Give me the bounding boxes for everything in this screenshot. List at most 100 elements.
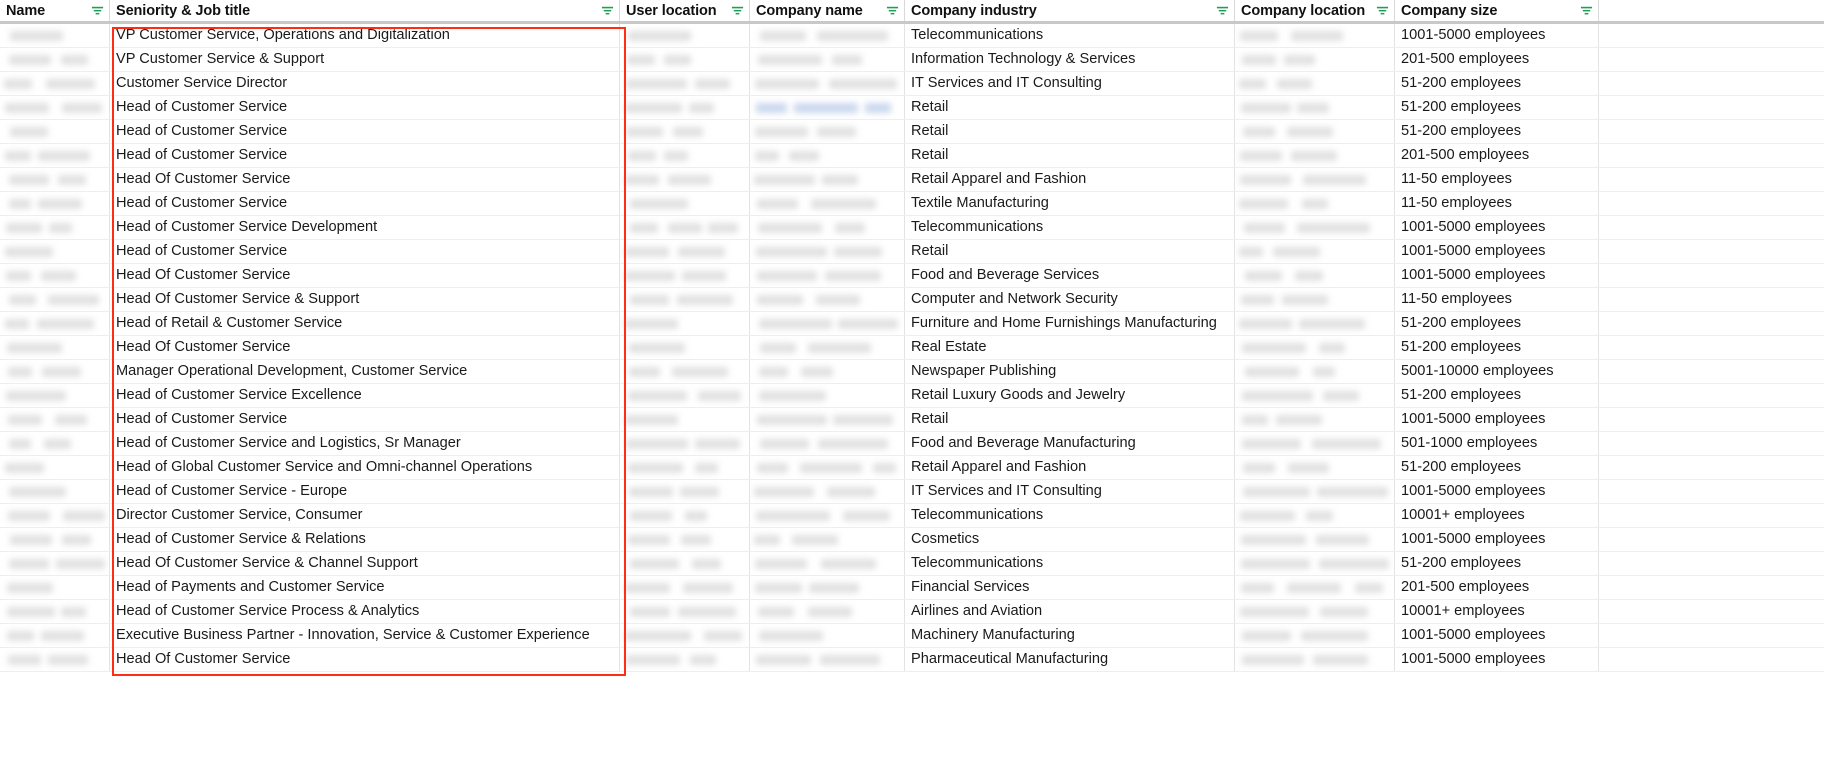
column-header-user_location[interactable]: User location: [620, 0, 750, 21]
cell-company_location[interactable]: [1235, 288, 1395, 311]
filter-funnel-icon[interactable]: [91, 4, 104, 17]
cell-job_title[interactable]: Head Of Customer Service & Channel Suppo…: [110, 552, 620, 575]
table-row[interactable]: Customer Service Director IT Services and…: [0, 72, 1824, 96]
cell-company_name[interactable]: [750, 576, 905, 599]
cell-company_location[interactable]: [1235, 336, 1395, 359]
cell-job_title[interactable]: Head Of Customer Service: [110, 648, 620, 671]
cell-company_location[interactable]: [1235, 360, 1395, 383]
cell-name[interactable]: [0, 624, 110, 647]
cell-company_size[interactable]: 1001-5000 employees: [1395, 528, 1599, 551]
cell-user_location[interactable]: [620, 96, 750, 119]
table-row[interactable]: Head Of Customer Service Food and Beverag…: [0, 264, 1824, 288]
column-filter-button-company_name[interactable]: [880, 4, 899, 17]
cell-company_name[interactable]: [750, 624, 905, 647]
cell-company_industry[interactable]: Retail: [905, 408, 1235, 431]
cell-company_location[interactable]: [1235, 264, 1395, 287]
table-row[interactable]: Head of Customer Service Retail 51-200 emp…: [0, 96, 1824, 120]
cell-name[interactable]: [0, 360, 110, 383]
cell-company_location[interactable]: [1235, 624, 1395, 647]
cell-user_location[interactable]: [620, 48, 750, 71]
cell-name[interactable]: [0, 576, 110, 599]
column-header-job_title[interactable]: Seniority & Job title: [110, 0, 620, 21]
cell-job_title[interactable]: Head Of Customer Service: [110, 336, 620, 359]
cell-job_title[interactable]: Executive Business Partner - Innovation,…: [110, 624, 620, 647]
column-header-company_name[interactable]: Company name: [750, 0, 905, 21]
cell-name[interactable]: [0, 192, 110, 215]
cell-company_location[interactable]: [1235, 504, 1395, 527]
cell-user_location[interactable]: [620, 528, 750, 551]
cell-company_industry[interactable]: Retail Luxury Goods and Jewelry: [905, 384, 1235, 407]
cell-company_name[interactable]: [750, 528, 905, 551]
cell-name[interactable]: [0, 96, 110, 119]
cell-company_industry[interactable]: Food and Beverage Services: [905, 264, 1235, 287]
cell-job_title[interactable]: Head Of Customer Service & Support: [110, 288, 620, 311]
cell-user_location[interactable]: [620, 456, 750, 479]
cell-user_location[interactable]: [620, 624, 750, 647]
cell-company_name[interactable]: [750, 360, 905, 383]
cell-company_location[interactable]: [1235, 552, 1395, 575]
cell-company_name[interactable]: [750, 96, 905, 119]
cell-company_industry[interactable]: Telecommunications: [905, 24, 1235, 47]
filter-funnel-icon[interactable]: [1376, 4, 1389, 17]
cell-user_location[interactable]: [620, 120, 750, 143]
cell-company_name[interactable]: [750, 600, 905, 623]
cell-company_name[interactable]: [750, 216, 905, 239]
cell-job_title[interactable]: Head of Customer Service Process & Analy…: [110, 600, 620, 623]
cell-name[interactable]: [0, 216, 110, 239]
cell-company_size[interactable]: 11-50 employees: [1395, 192, 1599, 215]
cell-company_industry[interactable]: Financial Services: [905, 576, 1235, 599]
cell-name[interactable]: [0, 336, 110, 359]
table-row[interactable]: Head of Customer Service Textile Manufact…: [0, 192, 1824, 216]
cell-company_size[interactable]: 1001-5000 employees: [1395, 240, 1599, 263]
column-header-company_size[interactable]: Company size: [1395, 0, 1599, 21]
cell-job_title[interactable]: Head of Retail & Customer Service: [110, 312, 620, 335]
column-filter-button-user_location[interactable]: [725, 4, 744, 17]
table-row[interactable]: Director Customer Service, Consumer Telec…: [0, 504, 1824, 528]
table-row[interactable]: Head Of Customer Service Real Estate 51-20…: [0, 336, 1824, 360]
cell-company_industry[interactable]: Machinery Manufacturing: [905, 624, 1235, 647]
column-header-company_location[interactable]: Company location: [1235, 0, 1395, 21]
cell-company_name[interactable]: [750, 312, 905, 335]
cell-name[interactable]: [0, 48, 110, 71]
filter-funnel-icon[interactable]: [1216, 4, 1229, 17]
cell-company_industry[interactable]: Pharmaceutical Manufacturing: [905, 648, 1235, 671]
cell-company_location[interactable]: [1235, 240, 1395, 263]
table-row[interactable]: Head of Global Customer Service and Omni…: [0, 456, 1824, 480]
cell-company_size[interactable]: 51-200 employees: [1395, 96, 1599, 119]
cell-job_title[interactable]: Head of Global Customer Service and Omni…: [110, 456, 620, 479]
cell-user_location[interactable]: [620, 288, 750, 311]
cell-name[interactable]: [0, 648, 110, 671]
cell-job_title[interactable]: Head of Customer Service and Logistics, …: [110, 432, 620, 455]
cell-company_industry[interactable]: Textile Manufacturing: [905, 192, 1235, 215]
cell-company_name[interactable]: [750, 72, 905, 95]
cell-user_location[interactable]: [620, 360, 750, 383]
table-row[interactable]: Head of Payments and Customer Service Fin…: [0, 576, 1824, 600]
cell-company_name[interactable]: [750, 240, 905, 263]
cell-job_title[interactable]: Head of Customer Service Development: [110, 216, 620, 239]
cell-name[interactable]: [0, 144, 110, 167]
column-header-company_industry[interactable]: Company industry: [905, 0, 1235, 21]
cell-job_title[interactable]: Head of Customer Service: [110, 96, 620, 119]
cell-company_size[interactable]: 1001-5000 employees: [1395, 264, 1599, 287]
cell-job_title[interactable]: Head of Customer Service & Relations: [110, 528, 620, 551]
cell-company_location[interactable]: [1235, 120, 1395, 143]
filter-funnel-icon[interactable]: [601, 4, 614, 17]
cell-company_name[interactable]: [750, 264, 905, 287]
cell-company_location[interactable]: [1235, 480, 1395, 503]
column-filter-button-company_location[interactable]: [1370, 4, 1389, 17]
cell-company_name[interactable]: [750, 432, 905, 455]
cell-company_location[interactable]: [1235, 456, 1395, 479]
cell-company_location[interactable]: [1235, 312, 1395, 335]
cell-company_industry[interactable]: Telecommunications: [905, 504, 1235, 527]
cell-name[interactable]: [0, 456, 110, 479]
cell-company_location[interactable]: [1235, 600, 1395, 623]
cell-job_title[interactable]: VP Customer Service, Operations and Digi…: [110, 24, 620, 47]
cell-job_title[interactable]: Head of Customer Service: [110, 240, 620, 263]
cell-company_industry[interactable]: Computer and Network Security: [905, 288, 1235, 311]
cell-user_location[interactable]: [620, 504, 750, 527]
cell-company_industry[interactable]: Food and Beverage Manufacturing: [905, 432, 1235, 455]
cell-company_name[interactable]: [750, 120, 905, 143]
cell-company_size[interactable]: 201-500 employees: [1395, 144, 1599, 167]
table-row[interactable]: VP Customer Service, Operations and Digi…: [0, 24, 1824, 48]
table-row[interactable]: Head of Customer Service - Europe IT Serv…: [0, 480, 1824, 504]
